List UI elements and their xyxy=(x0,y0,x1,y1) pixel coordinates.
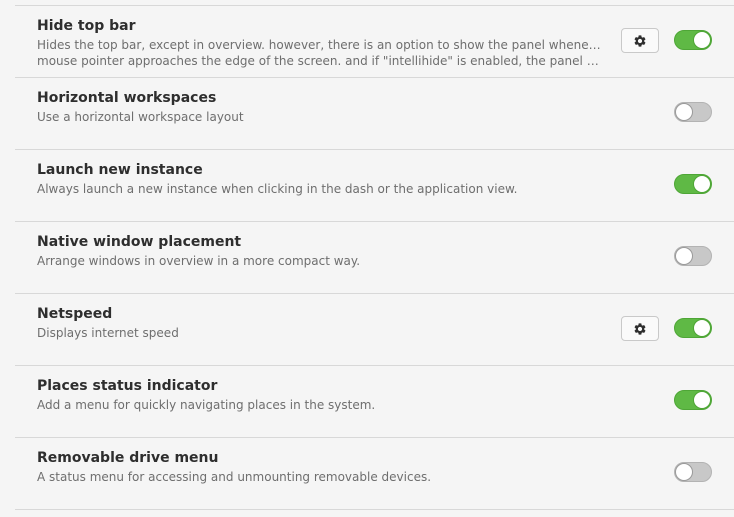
toggle-knob xyxy=(675,247,693,265)
extension-description-line: Displays internet speed xyxy=(37,326,179,340)
toggle-knob xyxy=(675,463,693,481)
extension-row-hide-top-bar: Hide top bar Hides the top bar, except i… xyxy=(15,6,734,78)
extension-description: A status menu for accessing and unmounti… xyxy=(37,469,602,485)
extension-description: Displays internet speed xyxy=(37,325,602,341)
extension-row-places-status-indicator: Places status indicator Add a menu for q… xyxy=(15,366,734,438)
settings-button[interactable] xyxy=(621,316,659,341)
enable-toggle[interactable] xyxy=(674,318,712,338)
gear-icon xyxy=(634,322,646,335)
extension-description: Hides the top bar, except in overview. h… xyxy=(37,37,602,69)
extension-description: Arrange windows in overview in a more co… xyxy=(37,253,602,269)
extension-title: Places status indicator xyxy=(37,378,218,394)
toggle-knob xyxy=(693,319,711,337)
toggle-knob xyxy=(693,175,711,193)
enable-toggle[interactable] xyxy=(674,390,712,410)
enable-toggle[interactable] xyxy=(674,102,712,122)
extension-description-line: Always launch a new instance when clicki… xyxy=(37,182,518,196)
extension-description-line: Add a menu for quickly navigating places… xyxy=(37,398,376,412)
extension-description-line: A status menu for accessing and unmounti… xyxy=(37,470,432,484)
extension-description-line: Use a horizontal workspace layout xyxy=(37,110,244,124)
extension-row-horizontal-workspaces: Horizontal workspaces Use a horizontal w… xyxy=(15,78,734,150)
extensions-list: Hide top bar Hides the top bar, except i… xyxy=(15,5,734,510)
gear-icon xyxy=(634,34,646,47)
extension-description: Use a horizontal workspace layout xyxy=(37,109,602,125)
toggle-knob xyxy=(693,391,711,409)
extension-row-native-window-placement: Native window placement Arrange windows … xyxy=(15,222,734,294)
extension-description-line: Arrange windows in overview in a more co… xyxy=(37,254,361,268)
extension-title: Removable drive menu xyxy=(37,450,219,466)
extension-row-removable-drive-menu: Removable drive menu A status menu for a… xyxy=(15,438,734,510)
extension-description-line: mouse pointer approaches the edge of the… xyxy=(37,54,602,68)
extension-title: Native window placement xyxy=(37,234,242,250)
toggle-knob xyxy=(693,31,711,49)
enable-toggle[interactable] xyxy=(674,30,712,50)
extension-title: Hide top bar xyxy=(37,18,136,34)
extension-description-line: Hides the top bar, except in overview. h… xyxy=(37,38,602,52)
extension-title: Launch new instance xyxy=(37,162,203,178)
extension-title: Netspeed xyxy=(37,306,113,322)
toggle-knob xyxy=(675,103,693,121)
extension-row-launch-new-instance: Launch new instance Always launch a new … xyxy=(15,150,734,222)
extension-title: Horizontal workspaces xyxy=(37,90,217,106)
extension-description: Always launch a new instance when clicki… xyxy=(37,181,602,197)
settings-button[interactable] xyxy=(621,28,659,53)
extension-row-netspeed: Netspeed Displays internet speed xyxy=(15,294,734,366)
extension-description: Add a menu for quickly navigating places… xyxy=(37,397,602,413)
enable-toggle[interactable] xyxy=(674,246,712,266)
enable-toggle[interactable] xyxy=(674,462,712,482)
enable-toggle[interactable] xyxy=(674,174,712,194)
